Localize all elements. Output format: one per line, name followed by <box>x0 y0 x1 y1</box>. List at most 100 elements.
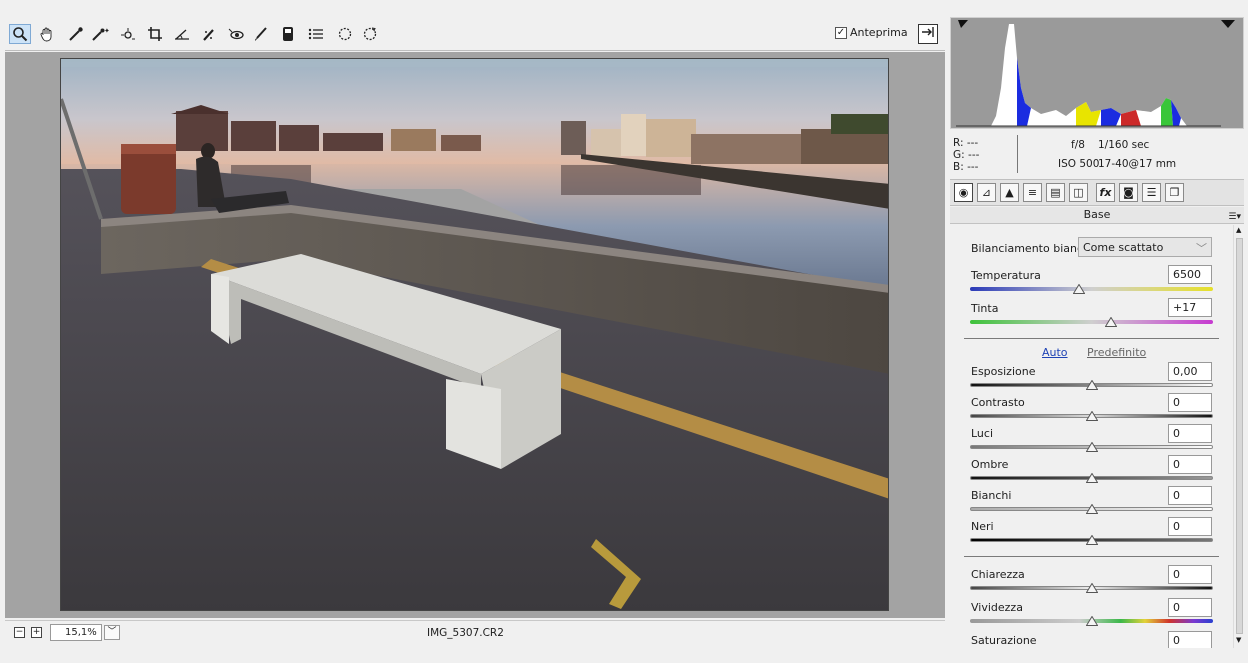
contrast-field[interactable]: 0 <box>1168 393 1212 412</box>
exposure-field[interactable]: 0,00 <box>1168 362 1212 381</box>
lens-info: 17-40@17 mm <box>1098 158 1177 170</box>
fullscreen-icon <box>922 27 934 37</box>
chevron-down-icon[interactable]: ﹀ <box>104 625 120 640</box>
exposure-slider-thumb[interactable] <box>1085 379 1098 390</box>
g-value: --- <box>968 149 980 161</box>
histogram <box>950 17 1244 129</box>
red-eye-icon[interactable] <box>225 24 247 44</box>
hsl-icon[interactable]: ≡ <box>1023 183 1042 202</box>
auto-link[interactable]: Auto <box>1042 346 1068 359</box>
preview-label: Anteprima <box>850 26 908 39</box>
blacks-label: Neri <box>971 520 994 533</box>
tint-slider-thumb[interactable] <box>1104 316 1118 327</box>
highlights-field[interactable]: 0 <box>1168 424 1212 443</box>
readout-divider <box>1017 135 1018 173</box>
fullscreen-toggle-button[interactable] <box>918 24 938 44</box>
aperture: f/8 <box>1071 139 1085 151</box>
toolbar: ✦ ✓ Anteprima <box>5 17 945 51</box>
shadows-slider-thumb[interactable] <box>1085 472 1098 483</box>
r-value: --- <box>966 137 979 149</box>
targeted-adjustment-icon[interactable] <box>117 24 139 44</box>
panel-scrollbar[interactable]: ▲ ▼ <box>1233 225 1245 648</box>
shadows-label: Ombre <box>971 458 1009 471</box>
white-balance-icon[interactable] <box>65 24 87 44</box>
panel-title: Base ☰▾ <box>950 207 1244 224</box>
clarity-slider-thumb[interactable] <box>1085 582 1098 593</box>
tint-slider[interactable] <box>970 320 1213 324</box>
scroll-down-icon[interactable]: ▼ <box>1236 636 1241 644</box>
lens-corrections-icon[interactable]: ◫ <box>1069 183 1088 202</box>
highlights-label: Luci <box>971 427 994 440</box>
default-link[interactable]: Predefinito <box>1087 346 1146 359</box>
white-balance-select[interactable]: Come scattato ﹀ <box>1078 237 1212 257</box>
temperature-slider-thumb[interactable] <box>1072 283 1086 294</box>
crop-icon[interactable] <box>144 24 166 44</box>
scroll-thumb[interactable] <box>1236 238 1243 634</box>
image-canvas[interactable] <box>5 52 945 618</box>
panel-title-text: Base <box>1083 208 1111 221</box>
preview-toggle[interactable]: ✓ Anteprima <box>835 26 908 39</box>
zoom-out-button[interactable]: − <box>14 627 25 638</box>
tint-label: Tinta <box>971 302 999 315</box>
zoom-icon[interactable] <box>9 24 31 44</box>
highlight-clipping-warning-icon[interactable] <box>1221 20 1235 28</box>
split-toning-icon[interactable]: ▤ <box>1046 183 1065 202</box>
preferences-list-icon[interactable] <box>305 24 327 44</box>
white-balance-label: Bilanciamento bianco: <box>971 242 1094 255</box>
g-label: G: <box>953 149 965 161</box>
color-sampler-icon[interactable]: ✦ <box>89 24 111 44</box>
scroll-up-icon[interactable]: ▲ <box>1236 226 1241 234</box>
hand-icon[interactable] <box>36 24 58 44</box>
blacks-field[interactable]: 0 <box>1168 517 1212 536</box>
camera-calibration-icon[interactable]: ◙ <box>1119 183 1138 202</box>
chevron-down-icon: ﹀ <box>1196 242 1207 255</box>
clarity-field[interactable]: 0 <box>1168 565 1212 584</box>
graduated-filter-icon[interactable] <box>277 24 299 44</box>
snapshots-icon[interactable]: ❐ <box>1165 183 1184 202</box>
rotate-ccw-icon[interactable] <box>334 24 356 44</box>
photo-preview[interactable] <box>60 58 889 611</box>
exposure-label: Esposizione <box>971 365 1036 378</box>
preview-checkbox[interactable]: ✓ <box>835 26 847 39</box>
whites-field[interactable]: 0 <box>1168 486 1212 505</box>
temperature-label: Temperatura <box>971 269 1041 282</box>
contrast-slider-thumb[interactable] <box>1085 410 1098 421</box>
tone-curve-icon[interactable]: ⊿ <box>977 183 996 202</box>
saturation-field[interactable]: 0 <box>1168 631 1212 648</box>
vibrance-slider-thumb[interactable] <box>1085 615 1098 626</box>
spot-removal-icon[interactable] <box>198 24 220 44</box>
basic-panel: Bilanciamento bianco: Come scattato ﹀ Te… <box>950 225 1232 648</box>
straighten-icon[interactable] <box>171 24 193 44</box>
vibrance-field[interactable]: 0 <box>1168 598 1212 617</box>
file-name: IMG_5307.CR2 <box>427 627 504 639</box>
r-label: R: <box>953 137 964 149</box>
white-balance-value: Come scattato <box>1083 241 1164 254</box>
basic-icon[interactable]: ◉ <box>954 183 973 202</box>
zoom-in-button[interactable]: + <box>31 627 42 638</box>
panel-tabs: ◉ ⊿ ▲ ≡ ▤ ◫ fx ◙ ☰ ❐ <box>950 179 1244 206</box>
detail-icon[interactable]: ▲ <box>1000 183 1019 202</box>
rgb-readout: R: --- G: --- B: --- <box>953 137 979 173</box>
svg-text:✦: ✦ <box>104 27 109 35</box>
shadow-clipping-warning-icon[interactable] <box>958 20 968 28</box>
highlights-slider-thumb[interactable] <box>1085 441 1098 452</box>
effects-icon[interactable]: fx <box>1096 183 1115 202</box>
temperature-field[interactable]: 6500 <box>1168 265 1212 284</box>
b-value: --- <box>967 161 979 173</box>
rotate-cw-icon[interactable] <box>359 24 381 44</box>
blacks-slider-thumb[interactable] <box>1085 534 1098 545</box>
adjustment-brush-icon[interactable] <box>250 24 272 44</box>
shadows-field[interactable]: 0 <box>1168 455 1212 474</box>
tint-field[interactable]: +17 <box>1168 298 1212 317</box>
temperature-slider[interactable] <box>970 287 1213 291</box>
presets-icon[interactable]: ☰ <box>1142 183 1161 202</box>
panel-menu-icon[interactable]: ☰▾ <box>1228 209 1241 225</box>
divider <box>964 556 1219 557</box>
iso: ISO 500 <box>1058 158 1100 170</box>
status-bar: − + 15,1% ﹀ IMG_5307.CR2 <box>5 620 945 646</box>
divider <box>964 338 1219 339</box>
whites-slider-thumb[interactable] <box>1085 503 1098 514</box>
zoom-level-field[interactable]: 15,1% <box>50 624 102 641</box>
contrast-label: Contrasto <box>971 396 1025 409</box>
clarity-label: Chiarezza <box>971 568 1025 581</box>
